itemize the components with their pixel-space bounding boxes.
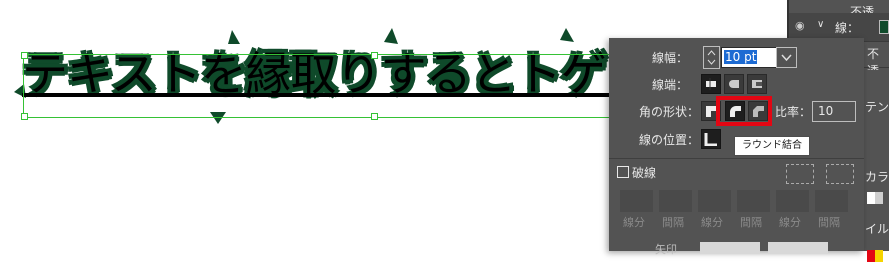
projecting-cap-button[interactable]	[747, 74, 767, 94]
dash-preserve-icon[interactable]	[786, 164, 814, 184]
resize-handle[interactable]	[371, 52, 378, 59]
tooltip: ラウンド結合	[734, 136, 810, 156]
gap-field[interactable]	[659, 190, 692, 212]
color-swatch[interactable]	[867, 250, 875, 262]
side-label: イル	[865, 222, 889, 236]
dash-field[interactable]	[776, 190, 809, 212]
dashed-checkbox[interactable]	[617, 166, 629, 178]
dash-field-label: 線分	[779, 216, 801, 229]
color-swatch[interactable]	[875, 192, 883, 204]
ratio-value: 10	[818, 104, 834, 118]
highlight-box	[716, 96, 772, 126]
round-cap-button[interactable]	[724, 74, 744, 94]
miter-ratio-input[interactable]: 10	[812, 101, 856, 122]
dash-field[interactable]	[620, 190, 653, 212]
section-divider	[609, 158, 864, 159]
dash-field-label: 線分	[623, 216, 645, 229]
stroke-label: 線：	[835, 21, 860, 35]
gap-field-label: 間隔	[740, 216, 762, 229]
side-panel-strip: テン カラ イル	[863, 70, 889, 262]
stroke-weight-label: 線幅：	[652, 51, 689, 65]
chevron-down-icon[interactable]: ∨	[817, 19, 824, 30]
gap-field[interactable]	[815, 190, 848, 212]
ratio-label: 比率：	[775, 105, 812, 119]
gap-field-label: 間隔	[662, 216, 684, 229]
weight-dropdown-button[interactable]	[776, 47, 797, 68]
butt-cap-button[interactable]	[701, 74, 721, 94]
color-swatch[interactable]	[867, 192, 875, 204]
corner-label: 角の形状：	[639, 105, 700, 119]
resize-handle[interactable]	[371, 113, 378, 120]
arrowhead-label: 矢印	[655, 243, 677, 256]
stroke-swatch[interactable]	[879, 20, 889, 34]
cap-label: 線端：	[652, 78, 689, 92]
align-center-button[interactable]	[701, 129, 721, 149]
stroke-weight-value: 10 pt	[724, 50, 758, 64]
side-label: カラ	[865, 170, 889, 184]
dash-field[interactable]	[698, 190, 731, 212]
side-label: テン	[865, 100, 889, 114]
dash-field-label: 線分	[701, 216, 723, 229]
align-label: 線の位置：	[639, 133, 700, 147]
resize-handle[interactable]	[21, 52, 28, 59]
gap-field[interactable]	[737, 190, 770, 212]
resize-handle[interactable]	[21, 113, 28, 120]
gap-field-label: 間隔	[818, 216, 840, 229]
stroke-weight-input[interactable]: 10 pt	[721, 47, 777, 68]
arrow-end-select[interactable]	[768, 242, 828, 254]
eye-icon[interactable]: ◉	[795, 19, 811, 32]
color-swatch[interactable]	[875, 250, 883, 262]
weight-stepper[interactable]	[703, 46, 720, 69]
arrow-start-select[interactable]	[700, 242, 760, 254]
dash-align-icon[interactable]	[826, 164, 854, 184]
dashed-label: 破線	[632, 166, 657, 180]
